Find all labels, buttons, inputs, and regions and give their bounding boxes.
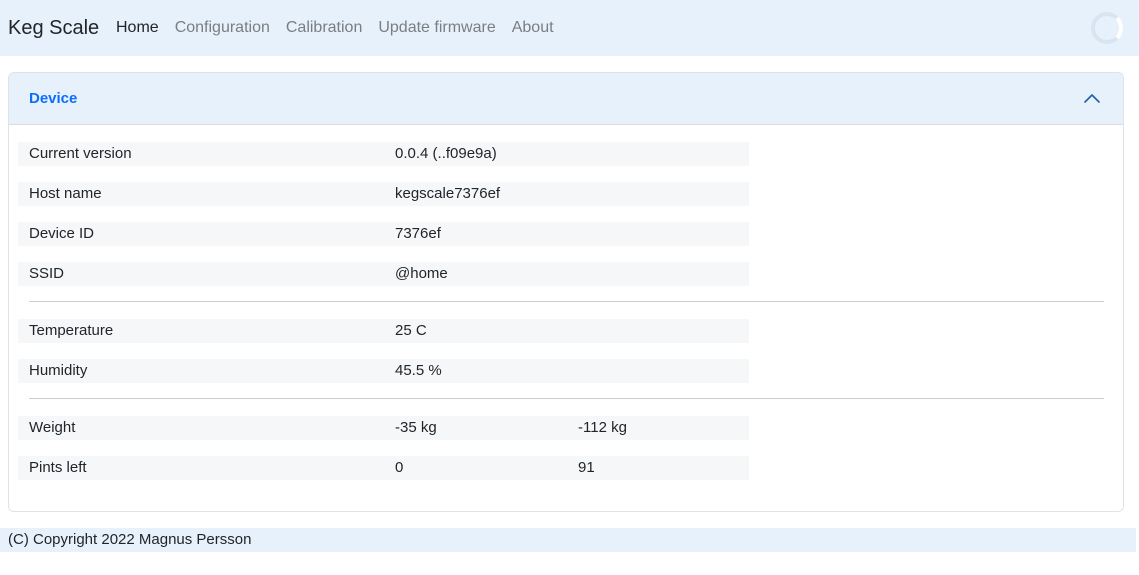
row-label: Current version [29, 145, 132, 162]
info-row-weight: Weight -35 kg -112 kg [18, 416, 749, 440]
navbar: Keg Scale Home Configuration Calibration… [0, 0, 1139, 56]
row-label: SSID [29, 265, 65, 282]
row-value: 7376ef [395, 225, 441, 242]
info-row-ssid: SSID @home [18, 262, 749, 286]
row-label: Host name [29, 185, 102, 202]
brand-title[interactable]: Keg Scale [8, 16, 99, 40]
loading-spinner-icon [1091, 12, 1123, 44]
row-value-secondary: -112 kg [578, 419, 627, 436]
row-label: Temperature [29, 322, 114, 339]
nav-link-configuration[interactable]: Configuration [167, 18, 278, 38]
device-card-title: Device [29, 90, 78, 107]
info-row-pints-left: Pints left 0 91 [18, 456, 749, 480]
footer-copyright: (C) Copyright 2022 Magnus Persson [0, 528, 1136, 552]
section-divider [29, 398, 1104, 399]
info-row-temperature: Temperature 25 C [18, 319, 749, 343]
info-row-host-name: Host name kegscale7376ef [18, 182, 749, 206]
nav-link-calibration[interactable]: Calibration [278, 18, 370, 38]
row-value: 0.0.4 (..f09e9a) [395, 145, 497, 162]
device-card-header[interactable]: Device [9, 73, 1123, 125]
info-row-current-version: Current version 0.0.4 (..f09e9a) [18, 142, 749, 166]
nav-link-about[interactable]: About [504, 18, 562, 38]
section-divider [29, 301, 1104, 302]
row-value: 25 C [395, 322, 427, 339]
row-label: Device ID [29, 225, 95, 242]
nav-link-update-firmware[interactable]: Update firmware [370, 18, 503, 38]
chevron-up-icon[interactable] [1083, 90, 1101, 108]
info-row-device-id: Device ID 7376ef [18, 222, 749, 246]
device-card: Device Current version 0.0.4 (..f09e9a) … [8, 72, 1124, 512]
row-label: Weight [29, 419, 76, 436]
row-label: Pints left [29, 459, 87, 476]
row-value: 0 [395, 459, 404, 476]
row-value: kegscale7376ef [395, 185, 501, 202]
row-value: @home [395, 265, 448, 282]
nav-link-home[interactable]: Home [108, 18, 167, 38]
row-value: -35 kg [395, 419, 437, 436]
nav-menu: Home Configuration Calibration Update fi… [108, 18, 562, 38]
info-row-humidity: Humidity 45.5 % [18, 359, 749, 383]
row-label: Humidity [29, 362, 88, 379]
row-value: 45.5 % [395, 362, 442, 379]
row-value-secondary: 91 [578, 459, 595, 476]
